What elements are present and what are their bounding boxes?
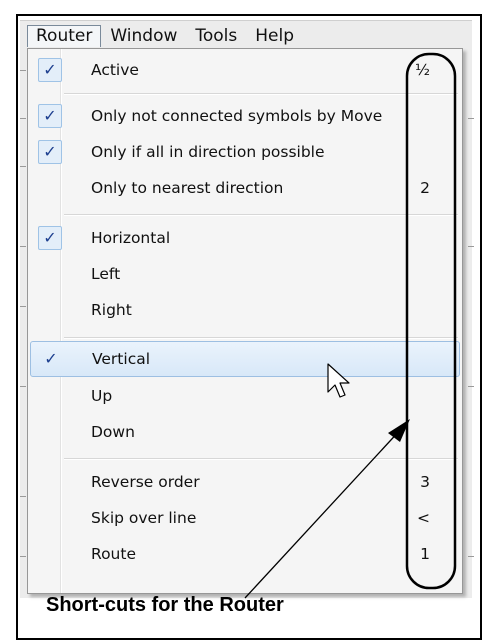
- menu-item-route[interactable]: Route 1: [30, 537, 460, 573]
- check-icon: ✓: [44, 349, 58, 368]
- menu-item-only-nearest[interactable]: Only to nearest direction 2: [30, 171, 460, 207]
- menu-separator: [64, 337, 458, 339]
- menu-item-only-not-connected[interactable]: ✓ Only not connected symbols by Move: [30, 99, 460, 135]
- right-ruler: [468, 56, 474, 596]
- left-ruler: [20, 56, 26, 596]
- menu-item-skip-over-line[interactable]: Skip over line <: [30, 501, 460, 537]
- menu-tools[interactable]: Tools: [186, 25, 246, 47]
- menu-item-shortcut: 3: [420, 473, 430, 491]
- menu-item-shortcut: 1: [420, 545, 430, 563]
- menu-item-label: Vertical: [92, 350, 151, 368]
- menu-router[interactable]: Router: [27, 25, 102, 47]
- menu-separator: [64, 93, 458, 95]
- menu-item-only-if-all[interactable]: ✓ Only if all in direction possible: [30, 135, 460, 171]
- menu-item-right[interactable]: Right: [30, 293, 460, 329]
- menu-window[interactable]: Window: [101, 25, 186, 47]
- menu-item-label: Down: [91, 423, 135, 441]
- menu-item-label: Only to nearest direction: [91, 179, 284, 197]
- menu-item-label: Horizontal: [91, 229, 171, 247]
- menu-item-label: Route: [91, 545, 136, 563]
- menu-item-label: Only if all in direction possible: [91, 143, 325, 161]
- menu-item-reverse-order[interactable]: Reverse order 3: [30, 465, 460, 501]
- menu-item-shortcut: 2: [420, 179, 430, 197]
- router-dropdown-menu: ✓ Active ½ ✓ Only not connected symbols …: [27, 48, 463, 594]
- check-icon: ✓: [38, 58, 62, 82]
- menu-item-shortcut: ½: [414, 61, 430, 79]
- menu-separator: [64, 458, 458, 460]
- check-icon: ✓: [38, 140, 62, 164]
- menu-item-label: Skip over line: [91, 509, 197, 527]
- menu-item-active[interactable]: ✓ Active ½: [30, 53, 460, 89]
- menu-item-left[interactable]: Left: [30, 257, 460, 293]
- menu-item-horizontal[interactable]: ✓ Horizontal: [30, 221, 460, 257]
- menu-item-shortcut: <: [417, 509, 430, 527]
- menu-item-down[interactable]: Down: [30, 415, 460, 451]
- menu-item-label: Reverse order: [91, 473, 200, 491]
- menu-item-up[interactable]: Up: [30, 379, 460, 415]
- menu-item-label: Right: [91, 301, 132, 319]
- check-icon: ✓: [38, 226, 62, 250]
- menu-item-label: Active: [91, 61, 139, 79]
- menu-item-label: Left: [91, 265, 121, 283]
- menu-help[interactable]: Help: [246, 25, 303, 47]
- menu-item-label: Only not connected symbols by Move: [91, 107, 383, 125]
- menu-item-vertical[interactable]: ✓ Vertical: [30, 341, 460, 377]
- check-icon: ✓: [38, 104, 62, 128]
- callout-caption: Short-cuts for the Router: [46, 594, 284, 616]
- menu-item-label: Up: [91, 387, 113, 405]
- menu-separator: [64, 214, 458, 216]
- menu-bar: Router Window Tools Help: [27, 24, 467, 48]
